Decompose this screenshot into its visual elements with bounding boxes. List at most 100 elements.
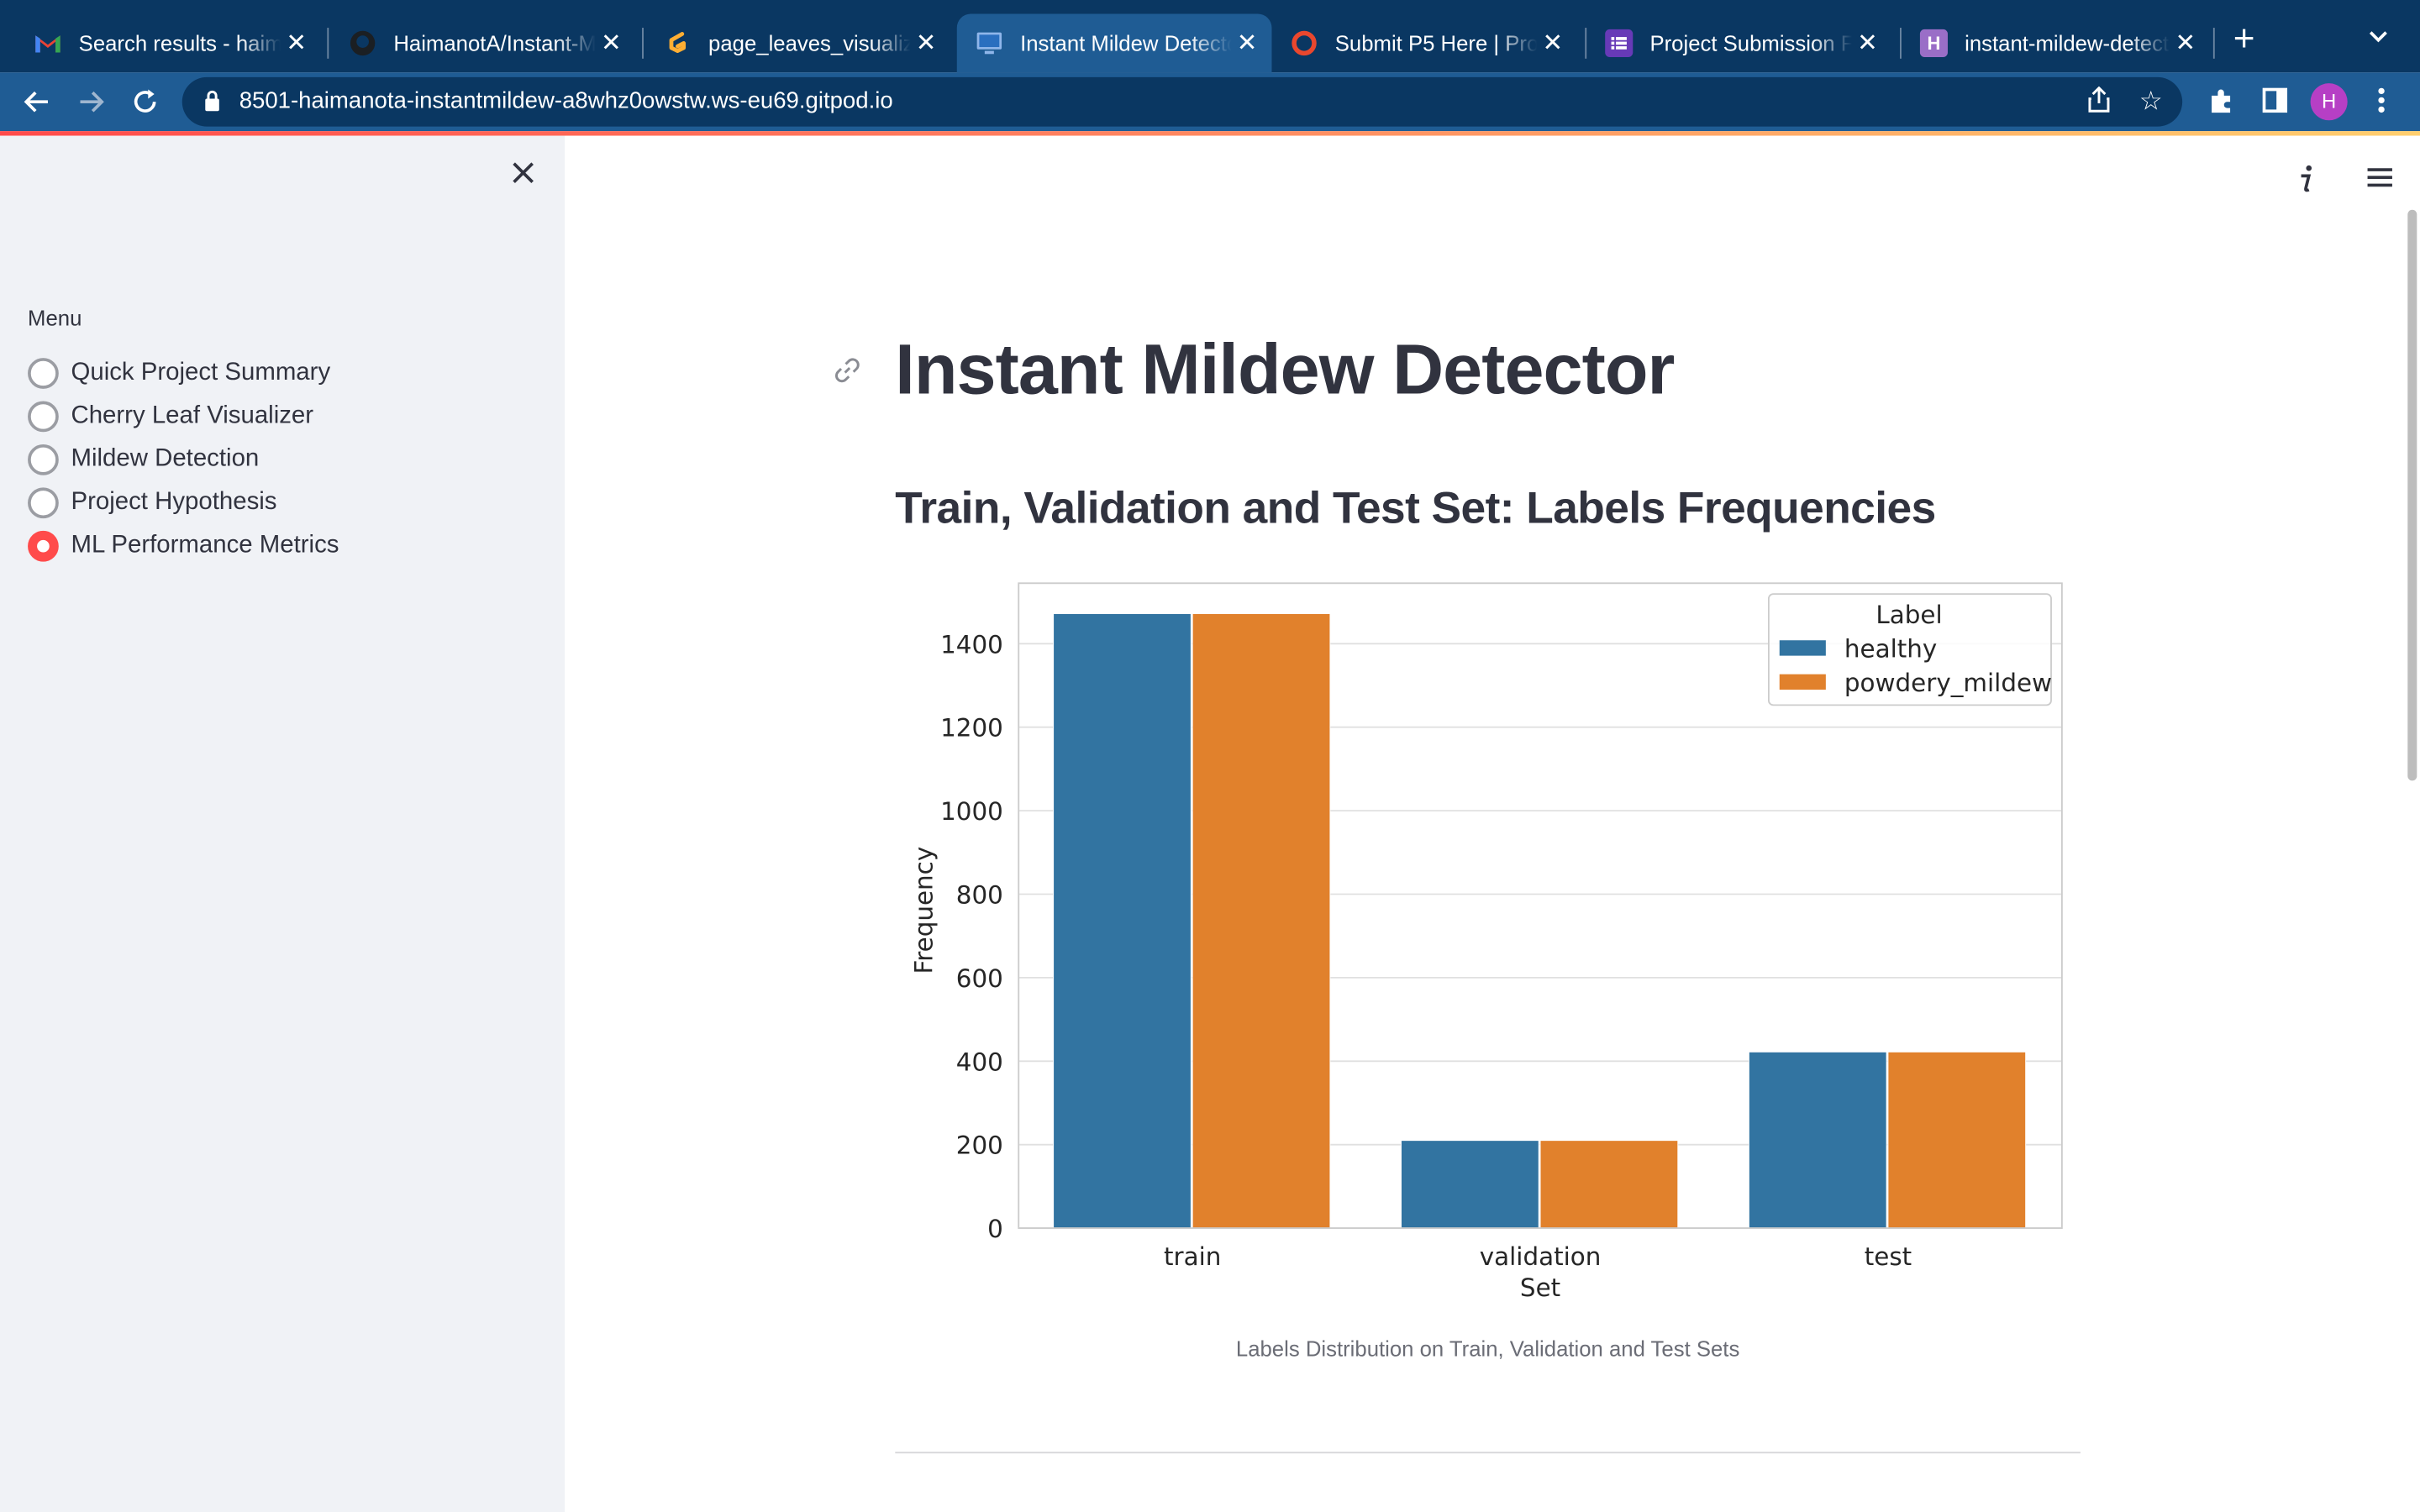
link-icon[interactable] <box>832 354 863 386</box>
browser-tab[interactable]: Search results - haimanota ✕ <box>0 14 321 73</box>
tab-title: Instant Mildew Detector <box>1020 30 1232 56</box>
y-axis-ticks: 0 200 400 600 800 1000 1200 1400 <box>940 630 1003 1243</box>
close-tab-icon[interactable]: ✕ <box>596 28 627 59</box>
share-icon[interactable] <box>2086 86 2111 122</box>
bar-powdery-mildew-test <box>1887 1051 2027 1229</box>
radio-option-quick-project-summary[interactable]: Quick Project Summary <box>28 354 330 391</box>
legend-swatch-healthy <box>1779 640 1826 656</box>
y-tick-label: 800 <box>956 881 1003 910</box>
legend-label-powdery-mildew: powdery_mildew <box>1844 669 2052 697</box>
legend-swatch-powdery-mildew <box>1779 674 1826 690</box>
tab-title: page_leaves_visualizer.py <box>708 30 911 56</box>
form-icon <box>1605 29 1634 57</box>
browser-tab-active[interactable]: Instant Mildew Detector ✕ <box>956 13 1272 73</box>
x-tick-label: test <box>1865 1242 1912 1271</box>
chart-caption: Labels Distribution on Train, Validation… <box>1235 1336 1740 1362</box>
back-arrow-icon[interactable] <box>18 81 55 122</box>
radio-option-project-hypothesis[interactable]: Project Hypothesis <box>28 485 276 522</box>
x-axis-ticks: train validation test <box>1164 1242 1912 1271</box>
bar-chart-svg: 0 200 400 600 800 1000 1200 1400 train validatio… <box>909 582 2063 1302</box>
radio-label: ML Performance Metrics <box>71 532 339 559</box>
heroku-icon: H <box>1919 29 1948 57</box>
x-axis-label: Set <box>1520 1273 1560 1302</box>
url-text: 8501-haimanota-instantmildew-a8whz0owstw… <box>239 87 893 114</box>
radio-button-selected[interactable] <box>28 530 59 562</box>
chart-legend: Label healthy powdery_mildew <box>1767 593 2052 706</box>
browser-tab[interactable]: Project Submission Form ✕ <box>1571 14 1892 73</box>
bar-healthy-validation <box>1401 1140 1539 1229</box>
divider <box>895 1452 2081 1454</box>
legend-label-healthy: healthy <box>1844 634 1937 663</box>
browser-tab-strip: Search results - haimanota ✕ HaimanotA/I… <box>0 0 2420 73</box>
sidebar: Menu Quick Project Summary Cherry Leaf V… <box>0 135 566 1512</box>
page-title: Instant Mildew Detector <box>895 328 1675 409</box>
browser-tab[interactable]: HaimanotA/Instant-Mildew-Detector ✕ <box>315 14 636 73</box>
address-bar[interactable]: 8501-haimanota-instantmildew-a8whz0owstw… <box>182 76 2183 127</box>
close-tab-icon[interactable]: ✕ <box>911 28 942 59</box>
y-axis-label: Frequency <box>909 847 938 974</box>
chevron-down-icon[interactable] <box>2368 24 2390 49</box>
radio-button[interactable] <box>28 401 59 433</box>
legend-title: Label <box>1876 601 1942 629</box>
extensions-puzzle-icon[interactable] <box>2207 87 2235 122</box>
y-tick-label: 1000 <box>940 797 1003 826</box>
monitor-icon <box>976 29 1003 57</box>
x-tick-label: train <box>1164 1242 1221 1271</box>
new-tab-icon[interactable]: + <box>2233 21 2255 59</box>
reload-icon[interactable] <box>127 81 164 122</box>
tab-separator <box>2212 28 2215 59</box>
forward-arrow-icon[interactable] <box>72 81 109 122</box>
bar-healthy-train <box>1053 613 1192 1229</box>
profile-avatar[interactable]: H <box>2310 83 2348 121</box>
lock-icon <box>205 90 219 112</box>
radio-label: Cherry Leaf Visualizer <box>71 402 314 429</box>
y-tick-label: 200 <box>956 1131 1003 1160</box>
tab-title: HaimanotA/Instant-Mildew-Detector <box>393 30 596 56</box>
radio-option-ml-performance-metrics[interactable]: ML Performance Metrics <box>28 528 339 564</box>
main-content: Instant Mildew Detector Train, Validatio… <box>565 135 2420 1512</box>
tab-title: Project Submission Form <box>1649 30 1852 56</box>
radio-label: Project Hypothesis <box>71 489 277 516</box>
circle-icon <box>1291 29 1318 57</box>
section-heading: Train, Validation and Test Set: Labels F… <box>895 484 1936 534</box>
close-sidebar-icon[interactable] <box>508 159 539 190</box>
radio-button[interactable] <box>28 487 59 519</box>
menu-label: Menu <box>28 305 82 331</box>
bar-powdery-mildew-train <box>1192 613 1331 1229</box>
tab-title: Submit P5 Here | Project <box>1334 30 1538 56</box>
browser-tab[interactable]: H instant-mildew-detector ✕ <box>1886 14 2210 73</box>
x-tick-label: validation <box>1480 1242 1602 1271</box>
side-panel-icon[interactable] <box>2261 87 2289 122</box>
tab-title: Search results - haimanota <box>78 30 281 56</box>
gitpod-icon <box>664 29 692 57</box>
bar-powdery-mildew-validation <box>1539 1140 1679 1229</box>
scrollbar[interactable] <box>2407 209 2417 781</box>
browser-toolbar: 8501-haimanota-instantmildew-a8whz0owstw… <box>0 72 2420 132</box>
radio-label: Mildew Detection <box>71 445 260 473</box>
kebab-menu-icon[interactable] <box>2377 87 2386 122</box>
labels-frequency-chart: 0 200 400 600 800 1000 1200 1400 train validatio… <box>895 571 2083 1309</box>
hamburger-menu-icon[interactable] <box>2365 164 2396 199</box>
browser-tab[interactable]: Submit P5 Here | Project ✕ <box>1256 14 1577 73</box>
close-tab-icon[interactable]: ✕ <box>281 28 312 59</box>
bookmark-star-icon[interactable]: ☆ <box>2139 87 2163 118</box>
bar-healthy-test <box>1748 1051 1887 1229</box>
browser-tab[interactable]: page_leaves_visualizer.py ✕ <box>629 14 950 73</box>
y-tick-label: 1400 <box>940 630 1003 659</box>
close-tab-icon[interactable]: ✕ <box>2170 28 2201 59</box>
info-icon[interactable] <box>2295 164 2317 204</box>
close-tab-icon[interactable]: ✕ <box>1537 28 1568 59</box>
radio-option-cherry-leaf-visualizer[interactable]: Cherry Leaf Visualizer <box>28 398 313 435</box>
radio-button[interactable] <box>28 444 59 475</box>
close-tab-icon[interactable]: ✕ <box>1852 28 1883 59</box>
gmail-icon <box>34 29 61 57</box>
y-tick-label: 400 <box>956 1047 1003 1076</box>
y-tick-label: 1200 <box>940 714 1003 743</box>
radio-button[interactable] <box>28 358 59 389</box>
radio-option-mildew-detection[interactable]: Mildew Detection <box>28 441 259 478</box>
y-tick-label: 0 <box>987 1215 1003 1243</box>
tab-title: instant-mildew-detector <box>1965 30 2170 56</box>
y-tick-label: 600 <box>956 964 1003 993</box>
radio-label: Quick Project Summary <box>71 359 331 386</box>
github-icon <box>349 29 376 57</box>
